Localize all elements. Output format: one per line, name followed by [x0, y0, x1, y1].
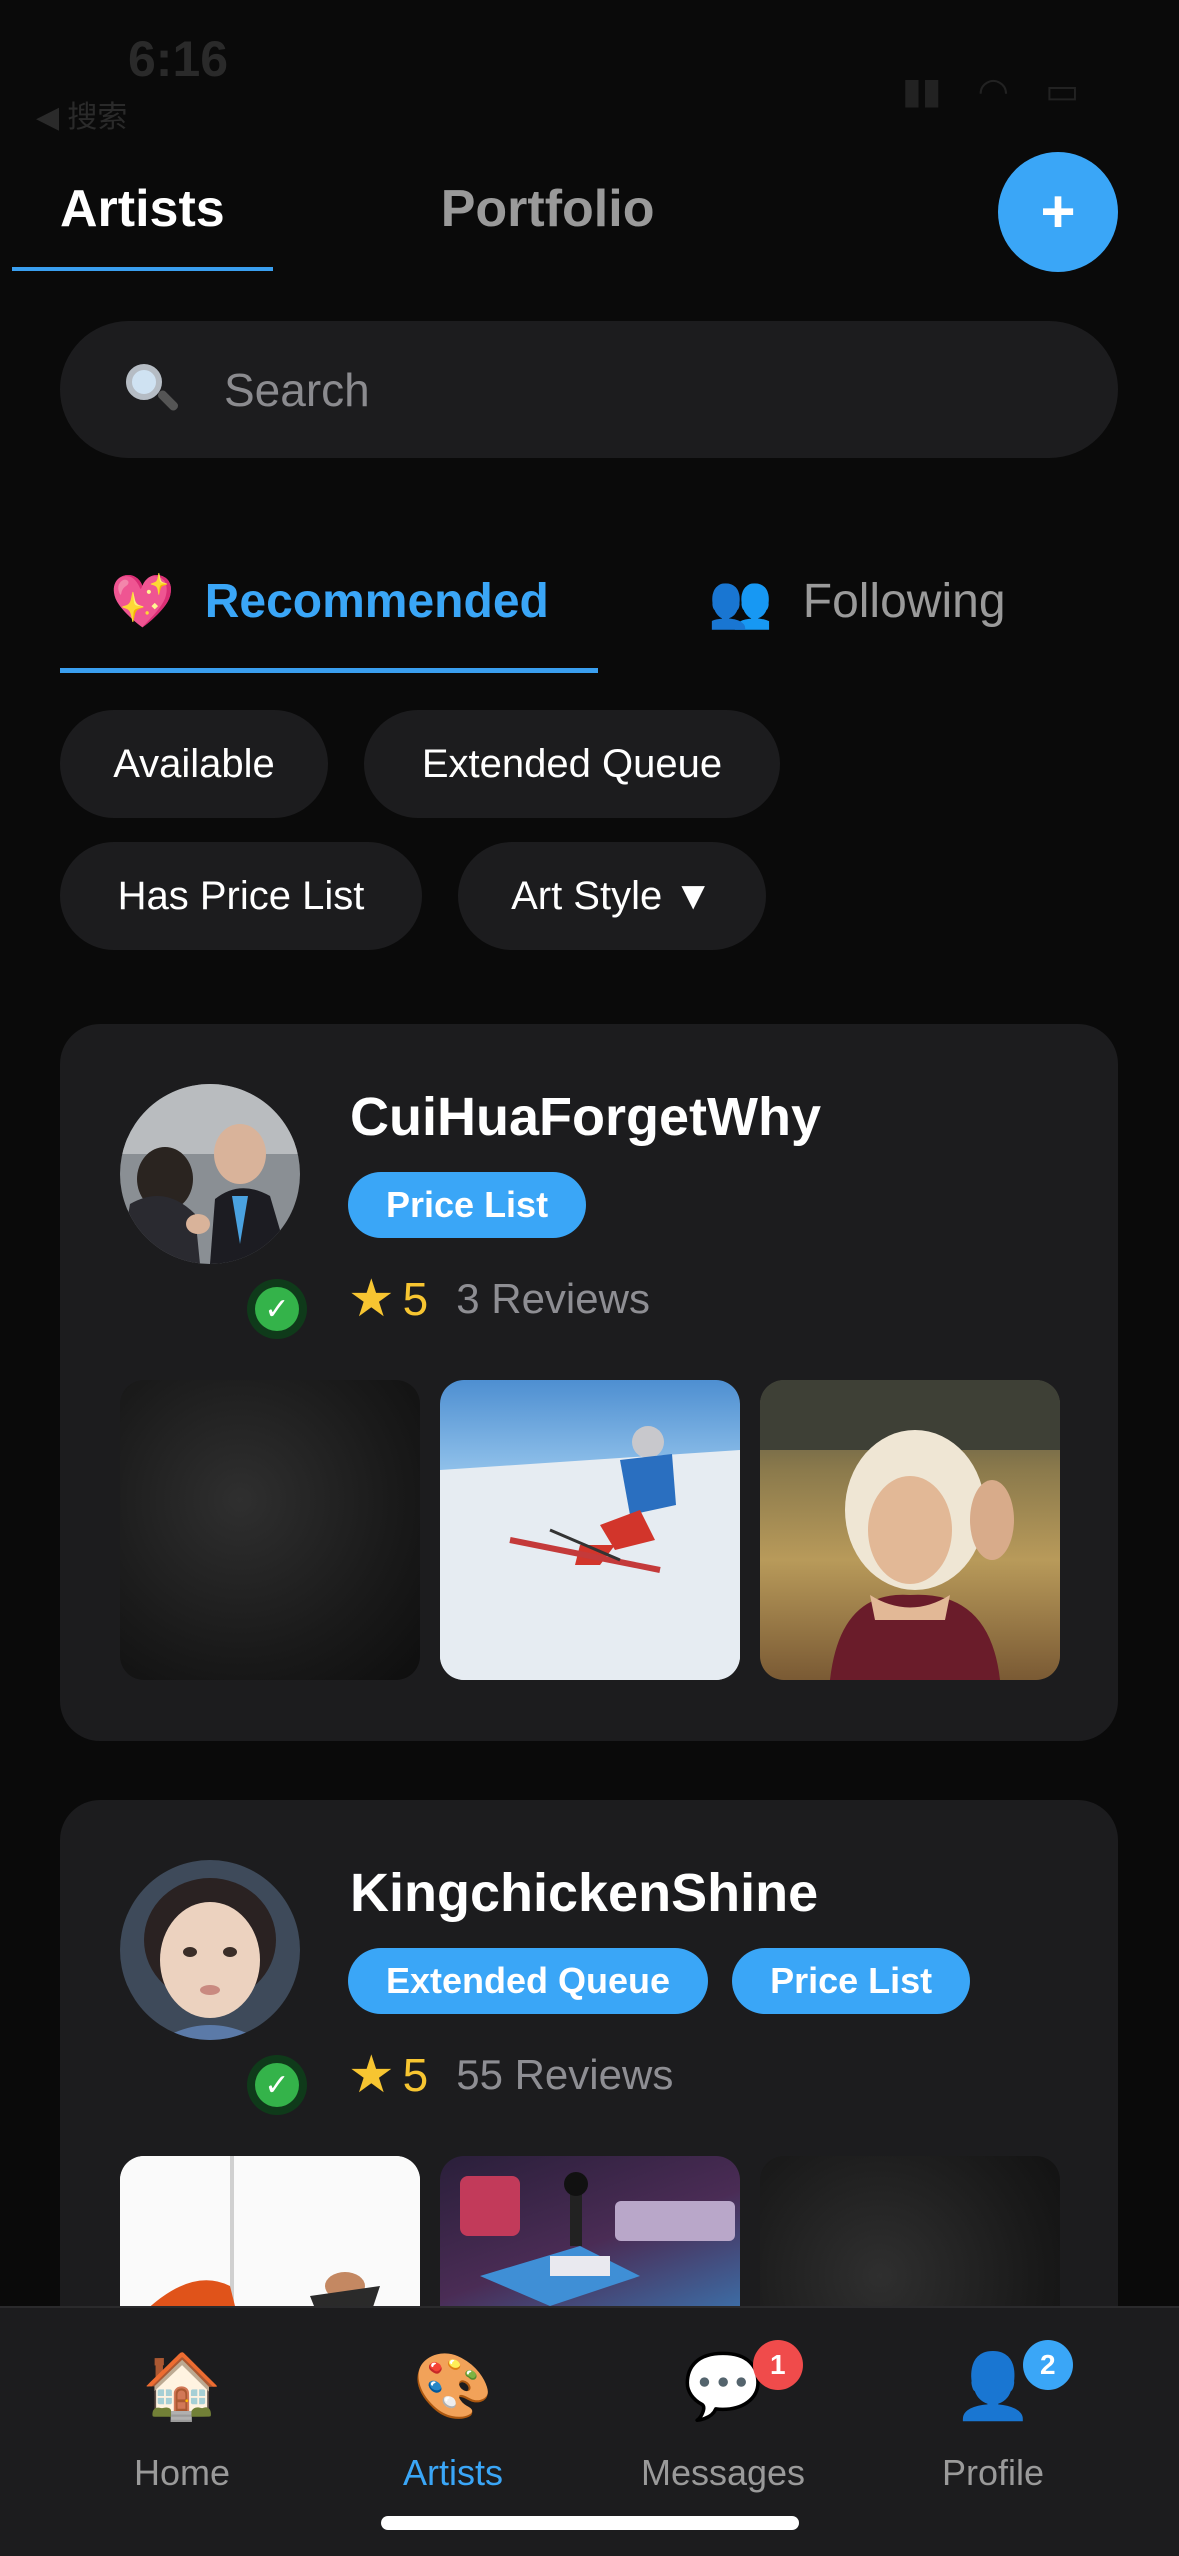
tab-artists[interactable]: Artists: [12, 175, 273, 271]
gallery-thumbnail[interactable]: [760, 1380, 1060, 1680]
price-list-badge[interactable]: Price List: [348, 1172, 587, 1238]
house-icon: 🏠: [142, 2350, 222, 2422]
people-icon: 👥: [708, 572, 773, 631]
search-input[interactable]: [224, 362, 1044, 417]
artist-gallery: [120, 1380, 1060, 1680]
profile-icon: 👤 2: [953, 2340, 1073, 2430]
nav-messages-label: Messages: [640, 2452, 806, 2493]
nav-profile-label: Profile: [941, 2452, 1045, 2493]
review-count[interactable]: 3 Reviews: [456, 1275, 650, 1323]
artist-name[interactable]: CuiHuaForgetWhy: [350, 1086, 821, 1148]
signal-icon: ▮▮: [901, 70, 942, 111]
gallery-thumbnail[interactable]: [440, 1380, 740, 1680]
filter-extended-queue[interactable]: Extended Queue: [364, 710, 780, 818]
avatar[interactable]: [120, 1084, 300, 1264]
star-icon: ★: [348, 1270, 395, 1328]
gallery-thumbnail[interactable]: [120, 1380, 420, 1680]
artist-rating: ★ 5 55 Reviews: [348, 2048, 673, 2102]
speech-bubble-icon: 💬 1: [683, 2340, 803, 2430]
filter-available[interactable]: Available: [60, 710, 328, 818]
review-count[interactable]: 55 Reviews: [456, 2051, 673, 2099]
profile-badge: 2: [1022, 2340, 1073, 2390]
sub-tabs: 💖 Recommended 👥 Following: [60, 560, 1118, 673]
search-icon: [120, 360, 180, 420]
palette-icon: 🎨: [413, 2350, 493, 2422]
back-to-search-link[interactable]: ◀ 搜索: [36, 92, 127, 136]
extended-queue-badge[interactable]: Extended Queue: [348, 1948, 709, 2014]
home-indicator: [381, 2516, 799, 2530]
artist-badges: Extended Queue Price List: [348, 1948, 971, 2014]
tab-portfolio[interactable]: Portfolio: [393, 175, 703, 239]
verified-icon: ✓: [247, 1279, 307, 1339]
rating-value: 5: [402, 1273, 429, 1325]
nav-artists-label: Artists: [402, 2452, 503, 2493]
plus-icon: +: [1040, 178, 1076, 245]
search-bar[interactable]: [60, 321, 1118, 458]
price-list-badge[interactable]: Price List: [732, 1948, 971, 2014]
artist-rating: ★ 5 3 Reviews: [348, 1272, 650, 1326]
active-tab-underline: [60, 668, 598, 673]
filter-has-price-list[interactable]: Has Price List: [60, 842, 422, 950]
rating-value: 5: [402, 2049, 429, 2101]
profile-glyph: 👤: [953, 2350, 1033, 2422]
artist-badges: Price List: [348, 1172, 587, 1238]
nav-home-label: Home: [133, 2452, 231, 2493]
status-icons: ▮▮ ◠ ▭: [902, 70, 1079, 112]
add-button[interactable]: +: [998, 152, 1118, 272]
nav-home[interactable]: 🏠 Home: [62, 2354, 302, 2494]
battery-icon: ▭: [1044, 70, 1079, 111]
nav-artists[interactable]: 🎨 Artists: [333, 2354, 573, 2494]
star-icon: ★: [348, 2046, 395, 2104]
artist-card[interactable]: ✓ CuiHuaForgetWhy Price List ★ 5 3 Revie…: [60, 1024, 1118, 1741]
wifi-icon: ◠: [977, 70, 1009, 111]
status-time: 6:16: [128, 31, 229, 87]
tab-recommended[interactable]: 💖 Recommended: [110, 574, 549, 629]
avatar[interactable]: [120, 1860, 300, 2040]
messages-badge: 1: [752, 2340, 803, 2390]
nav-profile[interactable]: 👤 2 Profile: [873, 2340, 1113, 2494]
status-bar: 6:16 ◀ 搜索 ▮▮ ◠ ▭: [0, 0, 1179, 134]
artist-name[interactable]: KingchickenShine: [350, 1862, 818, 1924]
sparkling-heart-icon: 💖: [110, 572, 175, 631]
filter-art-style-dropdown[interactable]: Art Style ▼: [458, 842, 766, 950]
top-tabs: Artists Portfolio: [12, 175, 703, 271]
speech-bubble-glyph: 💬: [683, 2350, 763, 2422]
nav-messages[interactable]: 💬 1 Messages: [603, 2340, 843, 2494]
verified-icon: ✓: [247, 2055, 307, 2115]
tab-following[interactable]: 👥 Following: [708, 574, 1006, 629]
tab-recommended-label: Recommended: [204, 575, 549, 628]
tab-following-label: Following: [802, 575, 1006, 628]
